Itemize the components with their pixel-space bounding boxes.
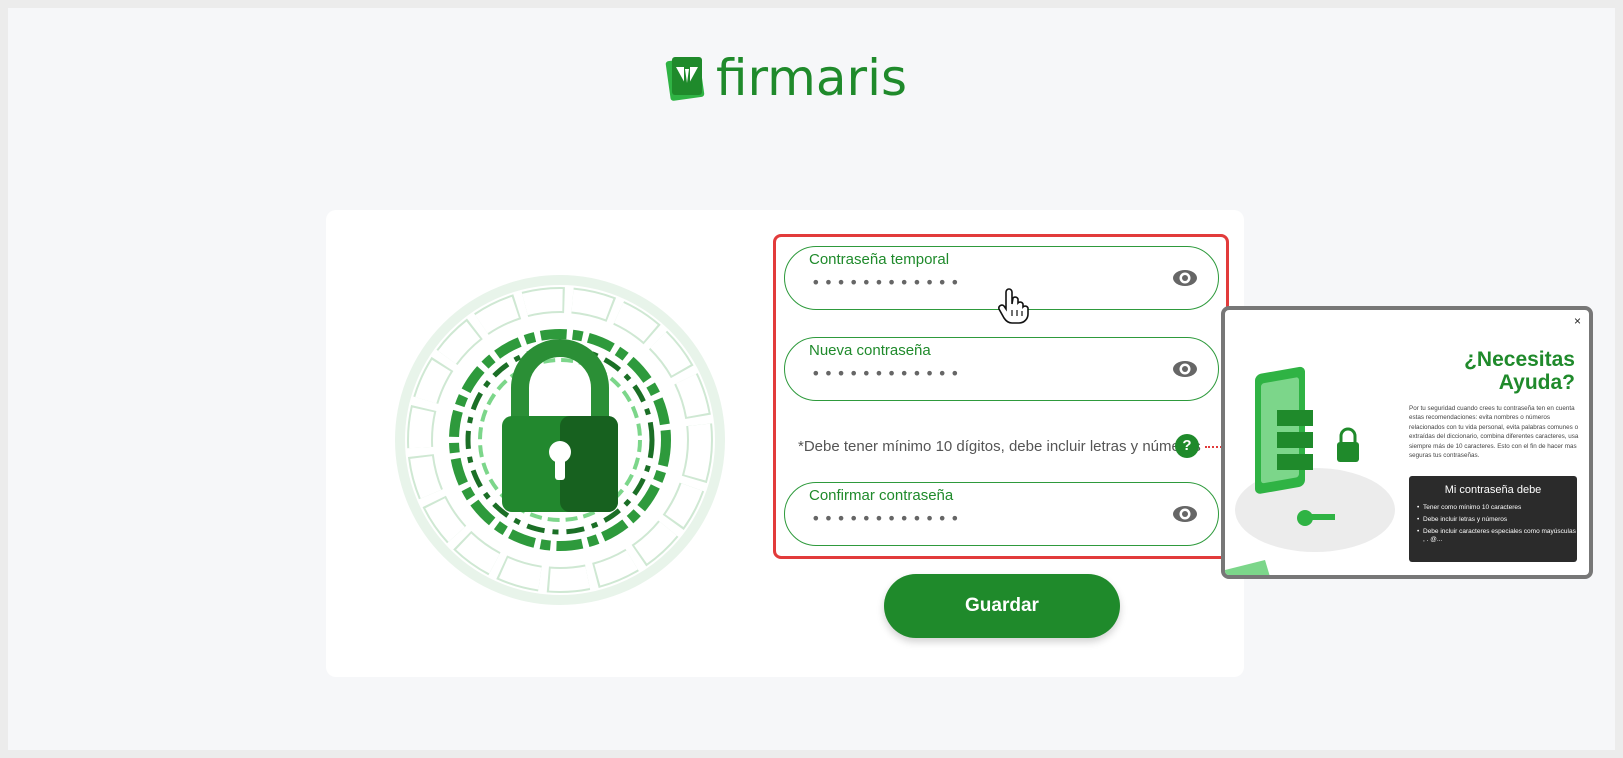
brand-name: firmaris — [716, 49, 908, 107]
confirm-password-label: Confirmar contraseña — [809, 487, 954, 504]
new-password-label: Nueva contraseña — [809, 342, 931, 359]
help-popup: × ¿Necesitas Ayuda? Por tu seguridad cua… — [1221, 306, 1593, 579]
password-rules-box: Mi contraseña debe Tener como mínimo 10 … — [1409, 476, 1577, 562]
eye-icon[interactable] — [1172, 503, 1198, 525]
help-title: ¿Necesitas Ayuda? — [1464, 348, 1575, 394]
eye-icon[interactable] — [1172, 358, 1198, 380]
new-password-field[interactable]: Nueva contraseña — [784, 337, 1219, 401]
brand-logo: firmaris — [664, 50, 907, 106]
phone-security-illustration — [1225, 366, 1395, 575]
rules-title: Mi contraseña debe — [1444, 484, 1542, 496]
help-description: Por tu seguridad cuando crees tu contras… — [1409, 405, 1579, 460]
firmaris-logo-icon — [665, 57, 705, 101]
padlock-security-illustration — [395, 275, 725, 605]
new-password-input[interactable] — [811, 364, 1131, 383]
close-icon[interactable]: × — [1574, 314, 1581, 328]
help-title-line2: Ayuda? — [1498, 371, 1575, 394]
temporary-password-input[interactable] — [811, 273, 1131, 292]
password-requirements-hint: *Debe tener mínimo 10 dígitos, debe incl… — [798, 438, 1201, 455]
help-title-line1: ¿Necesitas — [1464, 348, 1575, 371]
eye-icon[interactable] — [1172, 267, 1198, 289]
temporary-password-label: Contraseña temporal — [809, 251, 950, 268]
hand-pointer-cursor-icon — [998, 288, 1029, 324]
help-button[interactable]: ? — [1175, 434, 1199, 458]
rule-item: Debe incluir letras y números — [1417, 516, 1577, 524]
confirm-password-input[interactable] — [811, 509, 1131, 528]
rules-list: Tener como mínimo 10 caracteres Debe inc… — [1417, 504, 1577, 544]
rule-item: Debe incluir caracteres especiales como … — [1417, 528, 1577, 544]
confirm-password-field[interactable]: Confirmar contraseña — [784, 482, 1219, 546]
rule-item: Tener como mínimo 10 caracteres — [1417, 504, 1577, 512]
save-button[interactable]: Guardar — [884, 574, 1120, 638]
